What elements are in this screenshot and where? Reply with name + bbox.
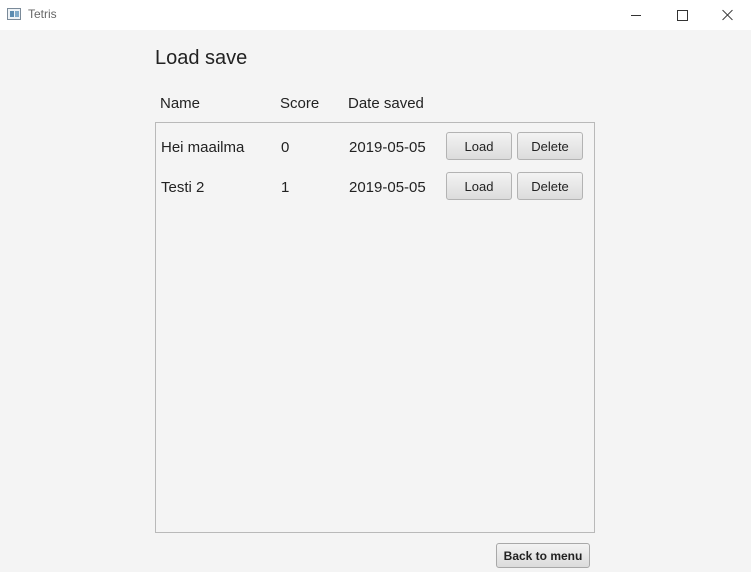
window-titlebar: Tetris xyxy=(0,0,751,30)
delete-button[interactable]: Delete xyxy=(517,172,583,200)
saves-list[interactable]: Hei maailma 0 2019-05-05 Load Delete Tes… xyxy=(155,122,595,533)
column-header-name: Name xyxy=(160,95,201,112)
save-date: 2019-05-05 xyxy=(349,139,426,156)
close-icon xyxy=(722,9,734,21)
maximize-icon xyxy=(676,9,688,21)
back-to-menu-button[interactable]: Back to menu xyxy=(496,543,590,568)
window-title: Tetris xyxy=(28,7,57,21)
save-score: 0 xyxy=(281,139,290,156)
maximize-button[interactable] xyxy=(659,0,705,30)
save-row: Hei maailma 0 2019-05-05 Load Delete xyxy=(156,132,594,166)
page-title: Load save xyxy=(155,47,248,69)
save-name: Testi 2 xyxy=(161,179,205,196)
column-header-date: Date saved xyxy=(348,95,424,112)
close-button[interactable] xyxy=(705,0,751,30)
save-score: 1 xyxy=(281,179,290,196)
delete-button[interactable]: Delete xyxy=(517,132,583,160)
save-date: 2019-05-05 xyxy=(349,179,426,196)
column-header-score: Score xyxy=(280,95,320,112)
save-name: Hei maailma xyxy=(161,139,245,156)
minimize-icon xyxy=(631,15,641,16)
load-button[interactable]: Load xyxy=(446,172,512,200)
load-button[interactable]: Load xyxy=(446,132,512,160)
minimize-button[interactable] xyxy=(613,0,659,30)
app-icon xyxy=(7,8,21,20)
save-row: Testi 2 1 2019-05-05 Load Delete xyxy=(156,172,594,206)
